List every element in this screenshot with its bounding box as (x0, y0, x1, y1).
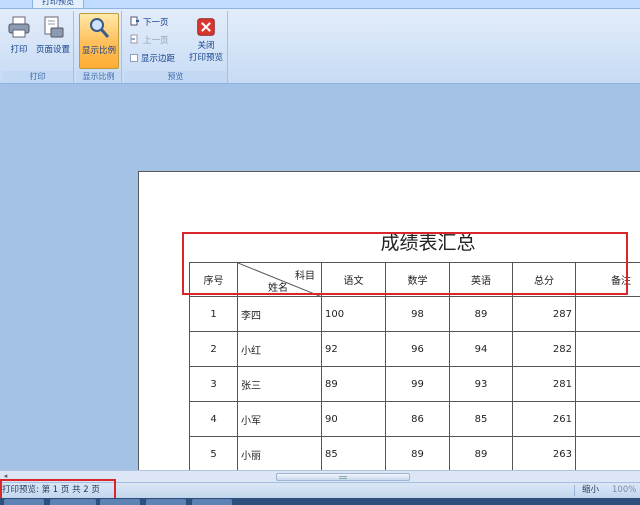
table-row: 2 小红 92 96 94 282 (189, 331, 640, 367)
taskbar-button[interactable] (50, 499, 96, 505)
cell-total: 287 (512, 296, 576, 332)
close-preview-button[interactable]: 关闭 打印预览 (186, 13, 226, 69)
table-row: 3 张三 89 99 93 281 (189, 366, 640, 402)
cell-english: 93 (449, 366, 513, 402)
next-page-button[interactable]: 下一页 (130, 15, 169, 31)
group-print-label: 打印 (2, 71, 73, 83)
prev-page-label: 上一页 (143, 36, 169, 46)
ribbon-tabstrip: 打印预览 (0, 0, 640, 8)
cell-math: 98 (385, 296, 450, 332)
cell-name: 李四 (237, 296, 322, 332)
table-row: 4 小军 90 86 85 261 (189, 401, 640, 437)
cell-remarks (575, 331, 640, 367)
table-row: 5 小丽 85 89 89 263 (189, 436, 640, 470)
cell-math: 96 (385, 331, 450, 367)
cell-remarks (575, 401, 640, 437)
taskbar (0, 498, 640, 505)
ribbon: 打印 页面设置 打印 显示比例 显示比例 下一页 上一页 显示边距 关闭 打印预… (0, 8, 640, 84)
cell-total: 282 (512, 331, 576, 367)
cell-remarks (575, 366, 640, 402)
tab-print-preview[interactable]: 打印预览 (32, 0, 84, 8)
status-separator (574, 485, 575, 496)
cell-name: 小军 (237, 401, 322, 437)
zoom-label: 显示比例 (81, 46, 116, 56)
printer-icon (8, 16, 30, 38)
show-margins-label: 显示边距 (141, 54, 176, 64)
zoom-button[interactable]: 显示比例 (79, 13, 119, 69)
cell-english: 94 (449, 331, 513, 367)
cell-seq: 5 (189, 436, 238, 470)
print-button[interactable]: 打印 (4, 13, 34, 69)
close-label-1: 关闭 (197, 41, 215, 51)
preview-workspace[interactable]: 成绩表汇总 序号 科目 姓名 语文 数学 英语 总分 备注 1 李四 100 9… (0, 85, 640, 470)
cell-chinese: 85 (321, 436, 386, 470)
cell-math: 89 (385, 436, 450, 470)
cell-total: 281 (512, 366, 576, 402)
prev-page-button[interactable]: 上一页 (130, 33, 169, 49)
cell-name: 小红 (237, 331, 322, 367)
cell-total: 261 (512, 401, 576, 437)
cell-total: 263 (512, 436, 576, 470)
title-highlight-box (182, 232, 628, 295)
checkbox-icon (130, 54, 138, 62)
cell-seq: 3 (189, 366, 238, 402)
cell-chinese: 90 (321, 401, 386, 437)
cell-remarks (575, 436, 640, 470)
scrollbar-thumb[interactable] (276, 473, 410, 481)
cell-name: 小丽 (237, 436, 322, 470)
prev-page-icon (130, 34, 140, 44)
taskbar-button[interactable] (146, 499, 186, 505)
zoom-value: 100% (612, 485, 637, 495)
next-page-icon (130, 16, 140, 26)
cell-english: 85 (449, 401, 513, 437)
table-row: 1 李四 100 98 89 287 (189, 296, 640, 332)
cell-seq: 1 (189, 296, 238, 332)
zoom-out-button[interactable]: 缩小 (582, 483, 599, 498)
group-print: 打印 页面设置 打印 (2, 11, 74, 83)
taskbar-button[interactable] (4, 499, 44, 505)
group-zoom: 显示比例 显示比例 (76, 11, 122, 83)
close-icon (197, 18, 215, 36)
magnifier-icon (90, 18, 110, 38)
cell-english: 89 (449, 296, 513, 332)
cell-math: 86 (385, 401, 450, 437)
taskbar-button[interactable] (192, 499, 232, 505)
print-label: 打印 (10, 45, 28, 55)
page-setup-icon (44, 16, 64, 38)
group-preview-label: 预览 (124, 71, 227, 83)
cell-chinese: 92 (321, 331, 386, 367)
cell-remarks (575, 296, 640, 332)
group-preview: 下一页 上一页 显示边距 关闭 打印预览 预览 (124, 11, 228, 83)
cell-seq: 2 (189, 331, 238, 367)
cell-name: 张三 (237, 366, 322, 402)
show-margins-checkbox[interactable]: 显示边距 (130, 51, 175, 67)
grip-icon (339, 476, 347, 479)
preview-page: 成绩表汇总 序号 科目 姓名 语文 数学 英语 总分 备注 1 李四 100 9… (138, 171, 640, 470)
cell-seq: 4 (189, 401, 238, 437)
close-label-2: 打印预览 (188, 53, 223, 63)
group-zoom-label: 显示比例 (76, 71, 121, 83)
taskbar-button[interactable] (100, 499, 140, 505)
page-setup-button[interactable]: 页面设置 (34, 13, 72, 69)
page-setup-label: 页面设置 (35, 45, 70, 55)
cell-chinese: 89 (321, 366, 386, 402)
cell-chinese: 100 (321, 296, 386, 332)
next-page-label: 下一页 (143, 18, 169, 28)
cell-english: 89 (449, 436, 513, 470)
cell-math: 99 (385, 366, 450, 402)
